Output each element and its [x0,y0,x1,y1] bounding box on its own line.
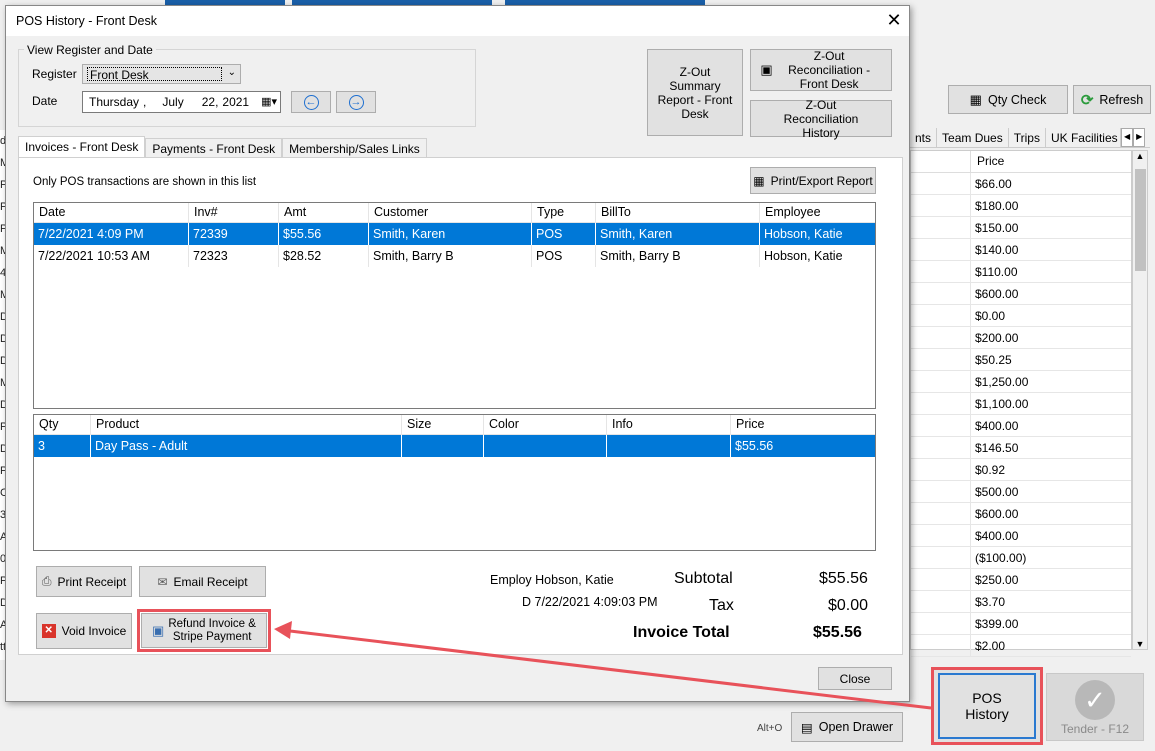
arrow-head-icon [274,621,292,639]
annotation-arrow [274,621,932,710]
arrow-line [289,629,932,710]
